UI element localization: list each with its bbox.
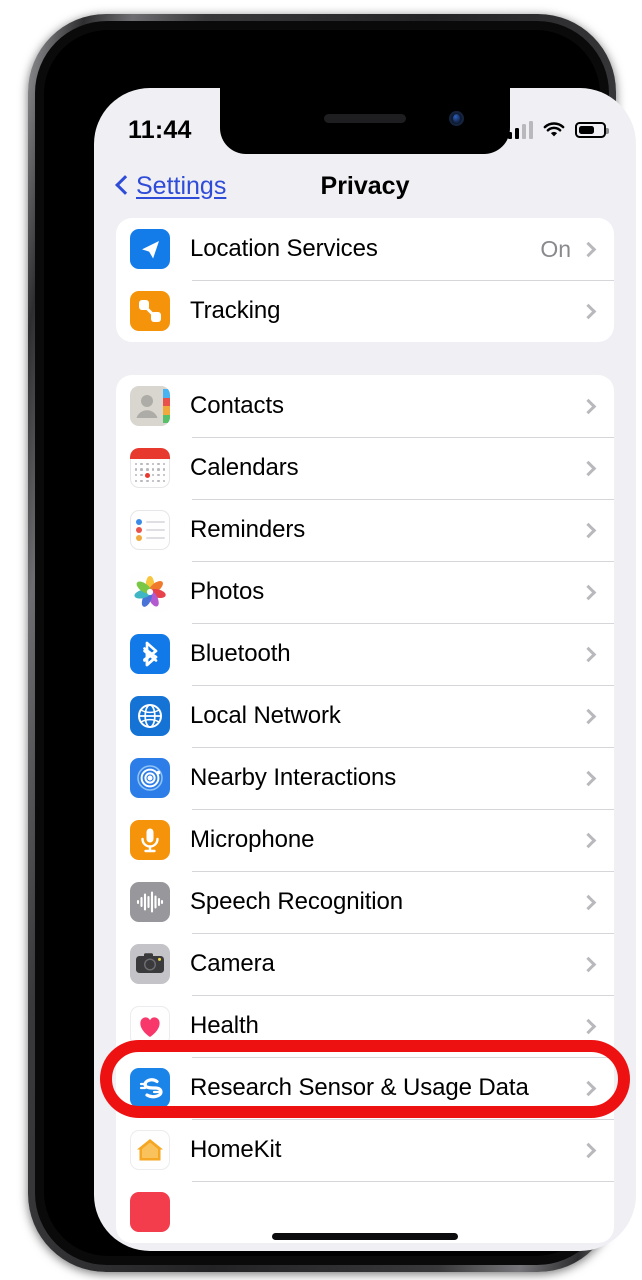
chevron-right-icon bbox=[580, 956, 597, 972]
chevron-right-icon bbox=[580, 303, 597, 319]
settings-row-label: Reminders bbox=[190, 516, 306, 543]
settings-row-label: Photos bbox=[190, 578, 265, 605]
settings-row-label: Tracking bbox=[190, 297, 281, 324]
settings-row-label: Microphone bbox=[190, 826, 315, 853]
settings-row-label: Camera bbox=[190, 950, 275, 977]
settings-row-label: Speech Recognition bbox=[190, 888, 404, 915]
nearby-interactions-icon bbox=[130, 758, 170, 798]
bluetooth-icon bbox=[130, 634, 170, 674]
settings-row-label: Health bbox=[190, 1012, 259, 1039]
wifi-icon bbox=[542, 121, 566, 139]
settings-row-microphone[interactable]: Microphone bbox=[116, 809, 614, 871]
chevron-right-icon bbox=[580, 398, 597, 414]
settings-row-speech-recognition[interactable]: Speech Recognition bbox=[116, 871, 614, 933]
battery-icon bbox=[575, 122, 609, 138]
status-indicators bbox=[507, 121, 609, 139]
tracking-icon bbox=[130, 291, 170, 331]
chevron-right-icon bbox=[580, 832, 597, 848]
waveform-icon bbox=[130, 882, 170, 922]
camera-icon bbox=[130, 944, 170, 984]
settings-row-contacts[interactable]: Contacts bbox=[116, 375, 614, 437]
calendar-icon bbox=[130, 448, 170, 488]
navigation-bar: Settings Privacy bbox=[94, 154, 636, 218]
cellular-signal-icon bbox=[507, 121, 533, 139]
battery-fill bbox=[578, 125, 595, 135]
reminders-icon bbox=[130, 510, 170, 550]
chevron-right-icon bbox=[580, 1080, 597, 1096]
device-bezel: 11:44 Settings Privacy Location Services… bbox=[44, 30, 636, 1256]
settings-row-location-services[interactable]: Location Services On bbox=[116, 218, 614, 280]
chevron-right-icon bbox=[580, 708, 597, 724]
settings-row-value: On bbox=[540, 235, 571, 262]
settings-row-homekit[interactable]: HomeKit bbox=[116, 1119, 614, 1181]
chevron-right-icon bbox=[580, 241, 597, 257]
chevron-right-icon bbox=[580, 460, 597, 476]
chevron-right-icon bbox=[580, 1142, 597, 1158]
phone-screen: 11:44 Settings Privacy Location Services… bbox=[94, 88, 636, 1251]
settings-row-label: Calendars bbox=[190, 454, 299, 481]
location-arrow-icon bbox=[130, 229, 170, 269]
chevron-right-icon bbox=[580, 646, 597, 662]
device-inner-shell: 11:44 Settings Privacy Location Services… bbox=[35, 21, 636, 1265]
settings-group-location: Location Services On Tracking bbox=[116, 218, 614, 342]
media-apple-music-icon bbox=[130, 1192, 170, 1232]
research-sensor-icon bbox=[130, 1068, 170, 1108]
chevron-right-icon bbox=[580, 770, 597, 786]
settings-row-label: Bluetooth bbox=[190, 640, 291, 667]
settings-row-photos[interactable]: Photos bbox=[116, 561, 614, 623]
photos-icon bbox=[130, 572, 170, 612]
chevron-right-icon bbox=[580, 584, 597, 600]
back-button-label: Settings bbox=[136, 171, 227, 200]
settings-row-label: Local Network bbox=[190, 702, 341, 729]
chevron-left-icon bbox=[116, 175, 129, 197]
globe-icon bbox=[130, 696, 170, 736]
settings-row-reminders[interactable]: Reminders bbox=[116, 499, 614, 561]
settings-row-label: Research Sensor & Usage Data bbox=[190, 1074, 529, 1101]
home-indicator[interactable] bbox=[272, 1233, 458, 1240]
settings-row-health[interactable]: Health bbox=[116, 995, 614, 1057]
settings-row-tracking[interactable]: Tracking bbox=[116, 280, 614, 342]
status-time: 11:44 bbox=[128, 115, 192, 144]
settings-row-label: HomeKit bbox=[190, 1136, 282, 1163]
settings-row-local-network[interactable]: Local Network bbox=[116, 685, 614, 747]
house-icon bbox=[130, 1130, 170, 1170]
settings-row-camera[interactable]: Camera bbox=[116, 933, 614, 995]
heart-icon bbox=[130, 1006, 170, 1046]
chevron-right-icon bbox=[580, 522, 597, 538]
settings-row-calendars[interactable]: Calendars bbox=[116, 437, 614, 499]
settings-row-label: Location Services bbox=[190, 235, 378, 262]
settings-scroll-view[interactable]: Location Services On Tracking Contacts C… bbox=[94, 218, 636, 1251]
microphone-icon bbox=[130, 820, 170, 860]
settings-row-label: Nearby Interactions bbox=[190, 764, 397, 791]
contacts-tabs bbox=[163, 389, 170, 423]
chevron-right-icon bbox=[580, 894, 597, 910]
settings-row-research-sensor[interactable]: Research Sensor & Usage Data bbox=[116, 1057, 614, 1119]
contacts-icon bbox=[130, 386, 170, 426]
back-to-settings-button[interactable]: Settings bbox=[116, 172, 226, 201]
settings-row-label: Contacts bbox=[190, 392, 284, 419]
settings-row-nearby-interactions[interactable]: Nearby Interactions bbox=[116, 747, 614, 809]
settings-row-bluetooth[interactable]: Bluetooth bbox=[116, 623, 614, 685]
chevron-right-icon bbox=[580, 1018, 597, 1034]
status-bar: 11:44 bbox=[94, 88, 636, 154]
iphone-device-frame: 11:44 Settings Privacy Location Services… bbox=[28, 14, 636, 1272]
settings-group-app-permissions: Contacts Calendars Reminders Photos Blue… bbox=[116, 375, 614, 1243]
